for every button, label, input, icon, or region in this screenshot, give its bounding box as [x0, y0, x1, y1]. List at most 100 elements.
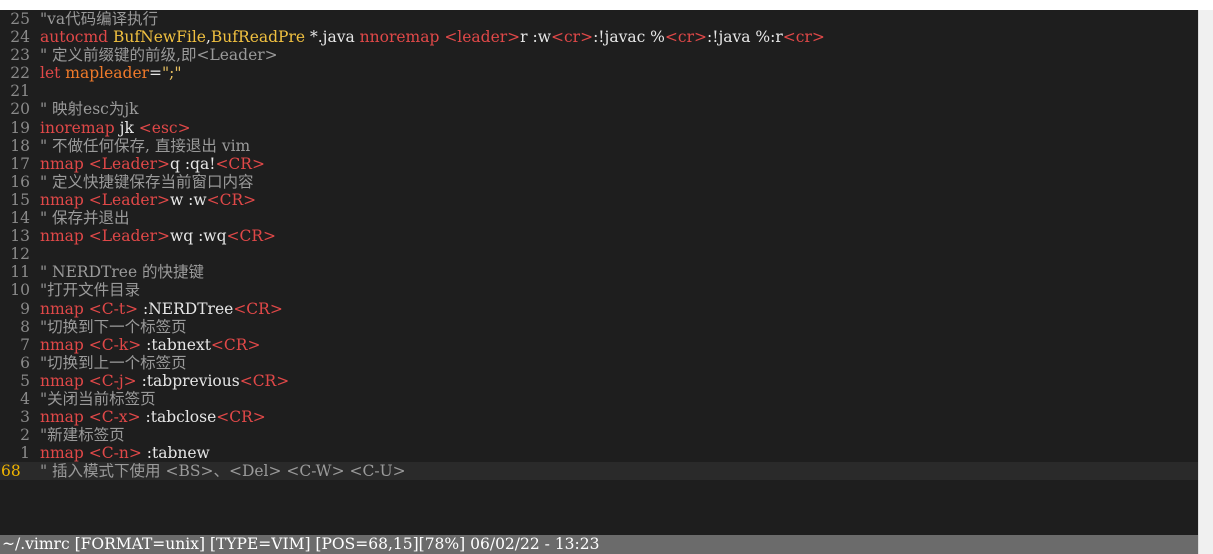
code-token: "va代码编译执行: [40, 10, 159, 28]
code-token: <cr>: [782, 28, 825, 47]
line-number: 10: [10, 281, 30, 300]
code-token: :!java %:r: [707, 28, 783, 47]
code-line[interactable]: 5 nmap <C-j> :tabprevious<CR>: [0, 372, 1198, 390]
code-line[interactable]: 4 "关闭当前标签页: [0, 390, 1198, 408]
code-token: <cr>: [551, 28, 594, 47]
line-number: 3: [20, 408, 30, 427]
code-line[interactable]: 18 " 不做任何保存, 直接退出 vim: [0, 137, 1198, 155]
line-number: 20: [10, 100, 30, 119]
line-number: 11: [10, 263, 30, 282]
code-lines: 25 "va代码编译执行 24 autocmd BufNewFile,BufReadP…: [0, 10, 1198, 481]
status-bar: ~/.vimrc [FORMAT=unix] [TYPE=VIM] [POS=6…: [0, 535, 1198, 554]
code-token: " 定义快捷键保存当前窗口内容: [40, 172, 254, 191]
code-token: " 定义前缀键的前级,即<Leader>: [40, 46, 278, 65]
code-token: " 保存并退出: [40, 209, 130, 228]
code-token: <C-n>: [88, 444, 142, 463]
code-token: nmap: [40, 335, 89, 354]
code-token: <CR>: [215, 154, 265, 173]
line-code: "va代码编译执行: [40, 10, 158, 28]
code-token: <Leader>: [88, 227, 170, 246]
line-code: nmap <Leader>wq :wq<CR>: [40, 227, 276, 245]
code-token: :NERDTree: [138, 299, 234, 318]
code-line[interactable]: 1 nmap <C-n> :tabnew: [0, 444, 1198, 462]
code-token: <esc>: [138, 118, 191, 137]
line-number: 16: [10, 172, 30, 191]
code-line[interactable]: 25 "va代码编译执行: [0, 10, 1198, 28]
code-token: :!javac %: [593, 28, 665, 47]
line-number: 24: [10, 28, 30, 47]
code-token: autocmd: [40, 28, 114, 47]
code-token: " 插入模式下使用 <BS>、<Del> <C-W> <C-U>: [40, 462, 406, 481]
code-token: w :w: [169, 190, 207, 209]
line-number: 6: [20, 353, 30, 372]
code-token: =: [149, 64, 163, 83]
code-token: nmap: [40, 190, 89, 209]
code-line[interactable]: 16 " 定义快捷键保存当前窗口内容: [0, 173, 1198, 191]
line-number: 9: [20, 299, 30, 318]
code-token: "切换到上一个标签页: [40, 353, 187, 372]
line-number: 18: [10, 136, 30, 155]
line-number: 4: [20, 389, 30, 408]
line-code: nmap <Leader>q :qa!<CR>: [40, 155, 265, 173]
code-token: <C-k>: [88, 335, 142, 354]
code-line[interactable]: 17 nmap <Leader>q :qa!<CR>: [0, 155, 1198, 173]
line-code: "切换到下一个标签页: [40, 318, 187, 336]
line-code: nmap <C-n> :tabnew: [40, 444, 210, 462]
line-code: nmap <C-j> :tabprevious<CR>: [40, 372, 289, 390]
code-line[interactable]: 2 "新建标签页: [0, 426, 1198, 444]
code-token: "打开文件目录: [40, 281, 141, 300]
vertical-scrollbar[interactable]: [1198, 10, 1213, 554]
line-number: 12: [10, 245, 30, 264]
line-number: 7: [20, 335, 30, 354]
code-token: "关闭当前标签页: [40, 389, 156, 408]
code-line[interactable]: 9 nmap <C-t> :NERDTree<CR>: [0, 300, 1198, 318]
line-number: 14: [10, 209, 30, 228]
line-code: nmap <Leader>w :w<CR>: [40, 191, 256, 209]
code-token: r :w: [520, 28, 551, 47]
code-token: *.java: [305, 28, 360, 47]
line-number: 22: [10, 64, 30, 83]
code-line[interactable]: 7 nmap <C-k> :tabnext<CR>: [0, 336, 1198, 354]
line-number: 68: [1, 462, 21, 481]
code-line[interactable]: 3 nmap <C-x> :tabclose<CR>: [0, 408, 1198, 426]
code-token: wq :wq: [169, 227, 227, 246]
code-line[interactable]: 22 let mapleader=";": [0, 64, 1198, 82]
code-token: <CR>: [210, 335, 261, 354]
code-line[interactable]: 8 "切换到下一个标签页: [0, 318, 1198, 336]
vim-editor[interactable]: 25 "va代码编译执行 24 autocmd BufNewFile,BufReadP…: [0, 10, 1198, 554]
line-code: nmap <C-x> :tabclose<CR>: [40, 408, 266, 426]
line-code: " 映射esc为jk: [40, 100, 139, 118]
code-line[interactable]: 12: [0, 245, 1198, 263]
code-line[interactable]: 6 "切换到上一个标签页: [0, 354, 1198, 372]
line-code: inoremap jk <esc>: [40, 119, 191, 137]
code-token: "切换到下一个标签页: [40, 317, 187, 336]
code-line[interactable]: 20 " 映射esc为jk: [0, 100, 1198, 118]
code-line[interactable]: 19 inoremap jk <esc>: [0, 119, 1198, 137]
code-line[interactable]: 15 nmap <Leader>w :w<CR>: [0, 191, 1198, 209]
code-token: <C-x>: [88, 408, 141, 427]
line-code: nmap <C-k> :tabnext<CR>: [40, 336, 260, 354]
code-token: :tabprevious: [136, 371, 240, 390]
code-token: <Leader>: [88, 154, 170, 173]
code-line[interactable]: 10 "打开文件目录: [0, 281, 1198, 299]
code-token: q :qa!: [169, 154, 216, 173]
code-line[interactable]: 11 " NERDTree 的快捷键: [0, 263, 1198, 281]
line-number: 19: [10, 118, 30, 137]
code-token: BufNewFile: [113, 28, 206, 47]
line-code: "切换到上一个标签页: [40, 354, 187, 372]
code-line[interactable]: 13 nmap <Leader>wq :wq<CR>: [0, 227, 1198, 245]
code-token: <leader>: [444, 28, 521, 47]
code-line[interactable]: 24 autocmd BufNewFile,BufReadPre *.java n…: [0, 28, 1198, 46]
line-code: " 不做任何保存, 直接退出 vim: [40, 137, 250, 155]
code-token: :tabnext: [141, 335, 211, 354]
code-line[interactable]: 14 " 保存并退出: [0, 209, 1198, 227]
code-token: nmap: [40, 408, 89, 427]
line-code: autocmd BufNewFile,BufReadPre *.java nno…: [40, 28, 825, 46]
code-token: <C-t>: [88, 299, 139, 318]
current-line[interactable]: 68 " 插入模式下使用 <BS>、<Del> <C-W> <C-U>: [0, 462, 1198, 481]
code-token: mapleader: [65, 64, 150, 83]
line-number: 17: [10, 154, 30, 173]
code-line[interactable]: 21: [0, 82, 1198, 100]
code-line[interactable]: 23 " 定义前缀键的前级,即<Leader>: [0, 46, 1198, 64]
code-token: "新建标签页: [40, 426, 125, 445]
